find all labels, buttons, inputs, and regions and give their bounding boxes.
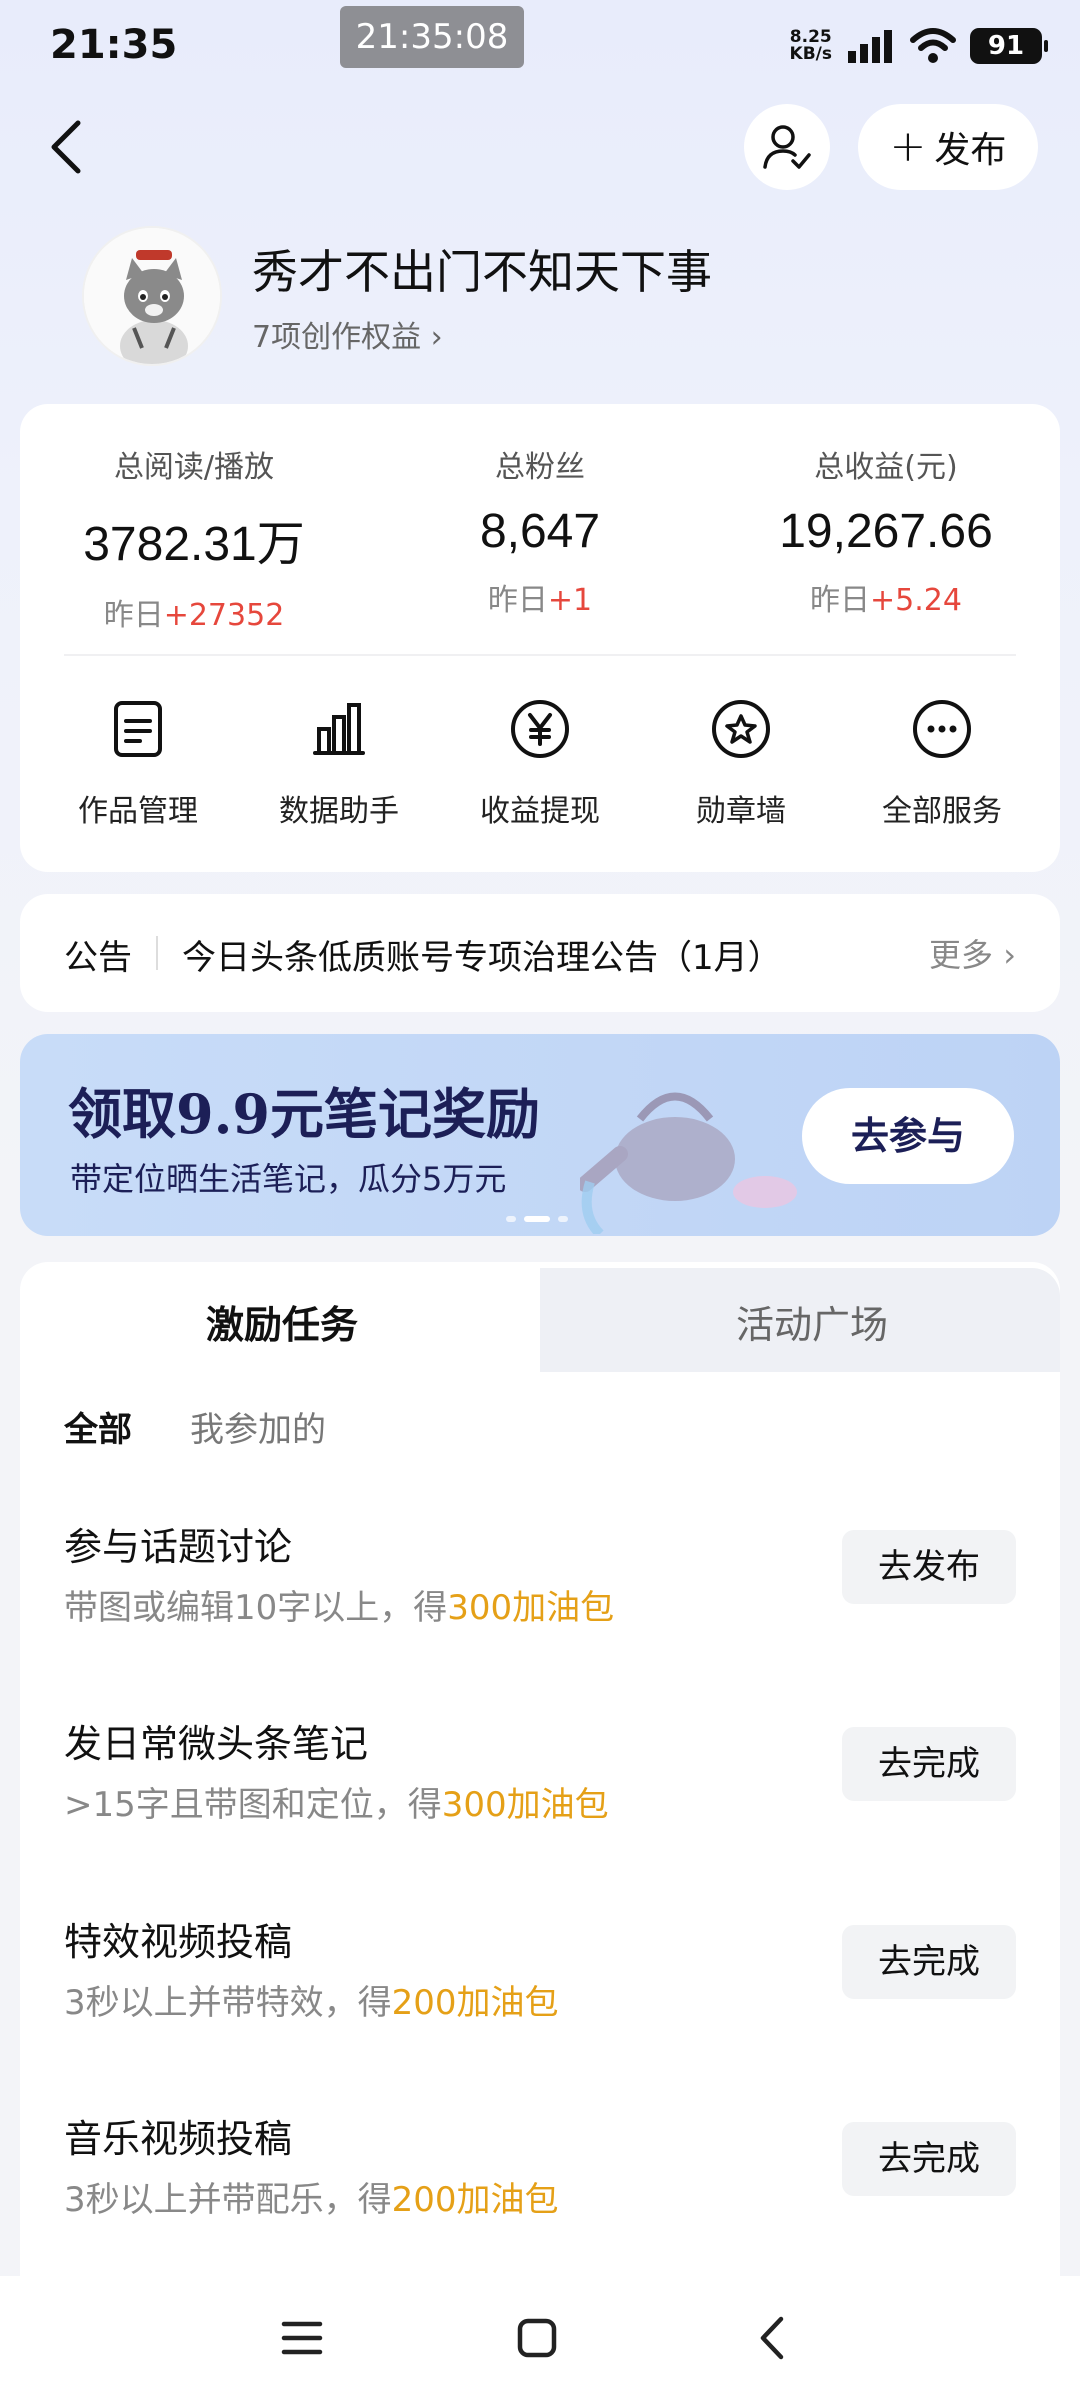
publish-button[interactable]: + 发布 [858,104,1038,190]
task-desc: 带图或编辑10字以上，得300加油包 [64,1588,615,1628]
announcement-bar[interactable]: 公告 今日头条低质账号专项治理公告（1月） 更多 › [20,894,1060,1012]
tool-badge-wall[interactable]: 勋章墙 [641,694,841,830]
tool-label: 作品管理 [78,794,198,829]
task-title: 参与话题讨论 [64,1525,293,1569]
task-item: 特效视频投稿 3秒以上并带特效，得200加油包 去完成 [20,1911,1060,2071]
stat-delta: 昨日+5.24 [810,583,962,618]
tab-incentive-tasks[interactable]: 激励任务 [206,1294,358,1349]
yuan-icon [505,694,575,764]
announcement-text[interactable]: 今日头条低质账号专项治理公告（1月） [182,930,782,979]
stat-delta: 昨日+27352 [103,598,285,633]
task-desc: 3秒以上并带特效，得200加油包 [64,1983,559,2023]
task-action-button[interactable]: 去发布 [842,1530,1016,1604]
signal-icon [848,30,892,63]
task-item: 发日常微头条笔记 >15字且带图和定位，得300加油包 去完成 [20,1713,1060,1873]
banner-title: 领取9.9元笔记奖励 [68,1082,540,1146]
filter-all[interactable]: 全部 [64,1402,132,1451]
announcement-more-link[interactable]: 更多 › [929,930,1016,976]
tool-label: 收益提现 [480,794,600,829]
stat-label: 总收益(元) [814,450,958,485]
network-speed-unit: KB/s [789,44,832,64]
more-icon [907,694,977,764]
home-square-icon [517,2318,557,2358]
teapot-illustration [580,1092,797,1234]
filter-joined[interactable]: 我参加的 [190,1402,326,1451]
tool-label: 勋章墙 [696,794,786,829]
stat-delta: 昨日+1 [487,583,593,618]
carousel-indicator [506,1216,568,1222]
plus-icon: + [889,121,927,172]
network-speed: 8.25 KB/s [790,29,832,63]
task-item: 参与话题讨论 带图或编辑10字以上，得300加油包 去发布 [20,1516,1060,1676]
stat-label: 总阅读/播放 [113,450,275,485]
profile-name: 秀才不出门不知天下事 [252,245,712,299]
stat-value: 8,647 [479,505,601,558]
creator-rights-link[interactable]: 7项创作权益 › [252,312,443,356]
account-switch-button[interactable] [744,104,830,190]
battery-indicator: 91 [970,28,1048,64]
menu-icon [281,2321,323,2355]
tool-label: 全部服务 [882,794,1002,829]
screenshot-time-toast: 21:35:08 [340,6,524,68]
promo-banner[interactable]: 领取9.9元笔记奖励 带定位晒生活笔记，瓜分5万元 去参与 [20,1034,1060,1236]
task-title: 特效视频投稿 [64,1920,293,1964]
chevron-left-icon [51,120,81,174]
task-desc: >15字且带图和定位，得300加油包 [64,1785,609,1825]
carousel-dot [506,1216,516,1222]
stat-value: 3782.31万 [83,518,305,571]
stat-total-earnings[interactable]: 总收益(元) 19,267.66 昨日+5.24 [736,442,1036,619]
nav-back-button[interactable] [740,2306,804,2370]
stats-card: 总阅读/播放 3782.31万 昨日+27352 总粉丝 8,647 昨日+1 … [20,404,1060,872]
task-action-button[interactable]: 去完成 [842,1925,1016,1999]
join-button[interactable]: 去参与 [802,1088,1014,1184]
nav-home-button[interactable] [505,2306,569,2370]
task-title: 发日常微头条笔记 [64,1722,369,1766]
divider [64,654,1016,656]
user-check-icon [763,125,811,169]
tool-all-services[interactable]: 全部服务 [842,694,1042,830]
task-action-button[interactable]: 去完成 [842,1727,1016,1801]
nav-menu-button[interactable] [270,2306,334,2370]
tool-works-management[interactable]: 作品管理 [38,694,238,830]
carousel-dot [558,1216,568,1222]
stat-label: 总粉丝 [495,450,585,485]
tasks-tab-bar: 激励任务 活动广场 [20,1262,1060,1372]
status-time: 21:35 [50,22,178,68]
tab-activity-plaza[interactable]: 活动广场 [736,1294,888,1349]
avatar[interactable] [82,226,222,366]
carousel-dot-active [524,1216,550,1222]
banner-subtitle: 带定位晒生活笔记，瓜分5万元 [70,1160,507,1198]
system-nav-bar [0,2276,1080,2400]
back-button[interactable] [36,112,96,182]
badge-icon [706,694,776,764]
cat-avatar-image [84,228,220,364]
tool-label: 数据助手 [279,794,399,829]
announcement-tag: 公告 [64,938,132,978]
publish-label: 发布 [934,130,1007,171]
status-icons: 8.25 KB/s 91 [790,26,1048,66]
stat-total-followers[interactable]: 总粉丝 8,647 昨日+1 [390,442,690,619]
wifi-icon [910,28,956,63]
task-title: 音乐视频投稿 [64,2117,293,2161]
task-desc: 3秒以上并带配乐，得200加油包 [64,2180,559,2220]
tool-earnings-withdraw[interactable]: 收益提现 [440,694,640,830]
task-item: 音乐视频投稿 3秒以上并带配乐，得200加油包 去完成 [20,2108,1060,2268]
chevron-left-icon [760,2316,784,2360]
tool-data-assistant[interactable]: 数据助手 [239,694,439,830]
divider [156,936,158,970]
task-action-button[interactable]: 去完成 [842,2122,1016,2196]
bar-chart-icon [304,694,374,764]
document-icon [103,694,173,764]
stat-value: 19,267.66 [779,505,993,558]
tasks-panel: 激励任务 活动广场 全部 我参加的 参与话题讨论 带图或编辑10字以上，得300… [20,1262,1060,2276]
stat-total-reads[interactable]: 总阅读/播放 3782.31万 昨日+27352 [44,442,344,634]
status-bar: 21:35 21:35:08 8.25 KB/s 91 [0,0,1080,90]
